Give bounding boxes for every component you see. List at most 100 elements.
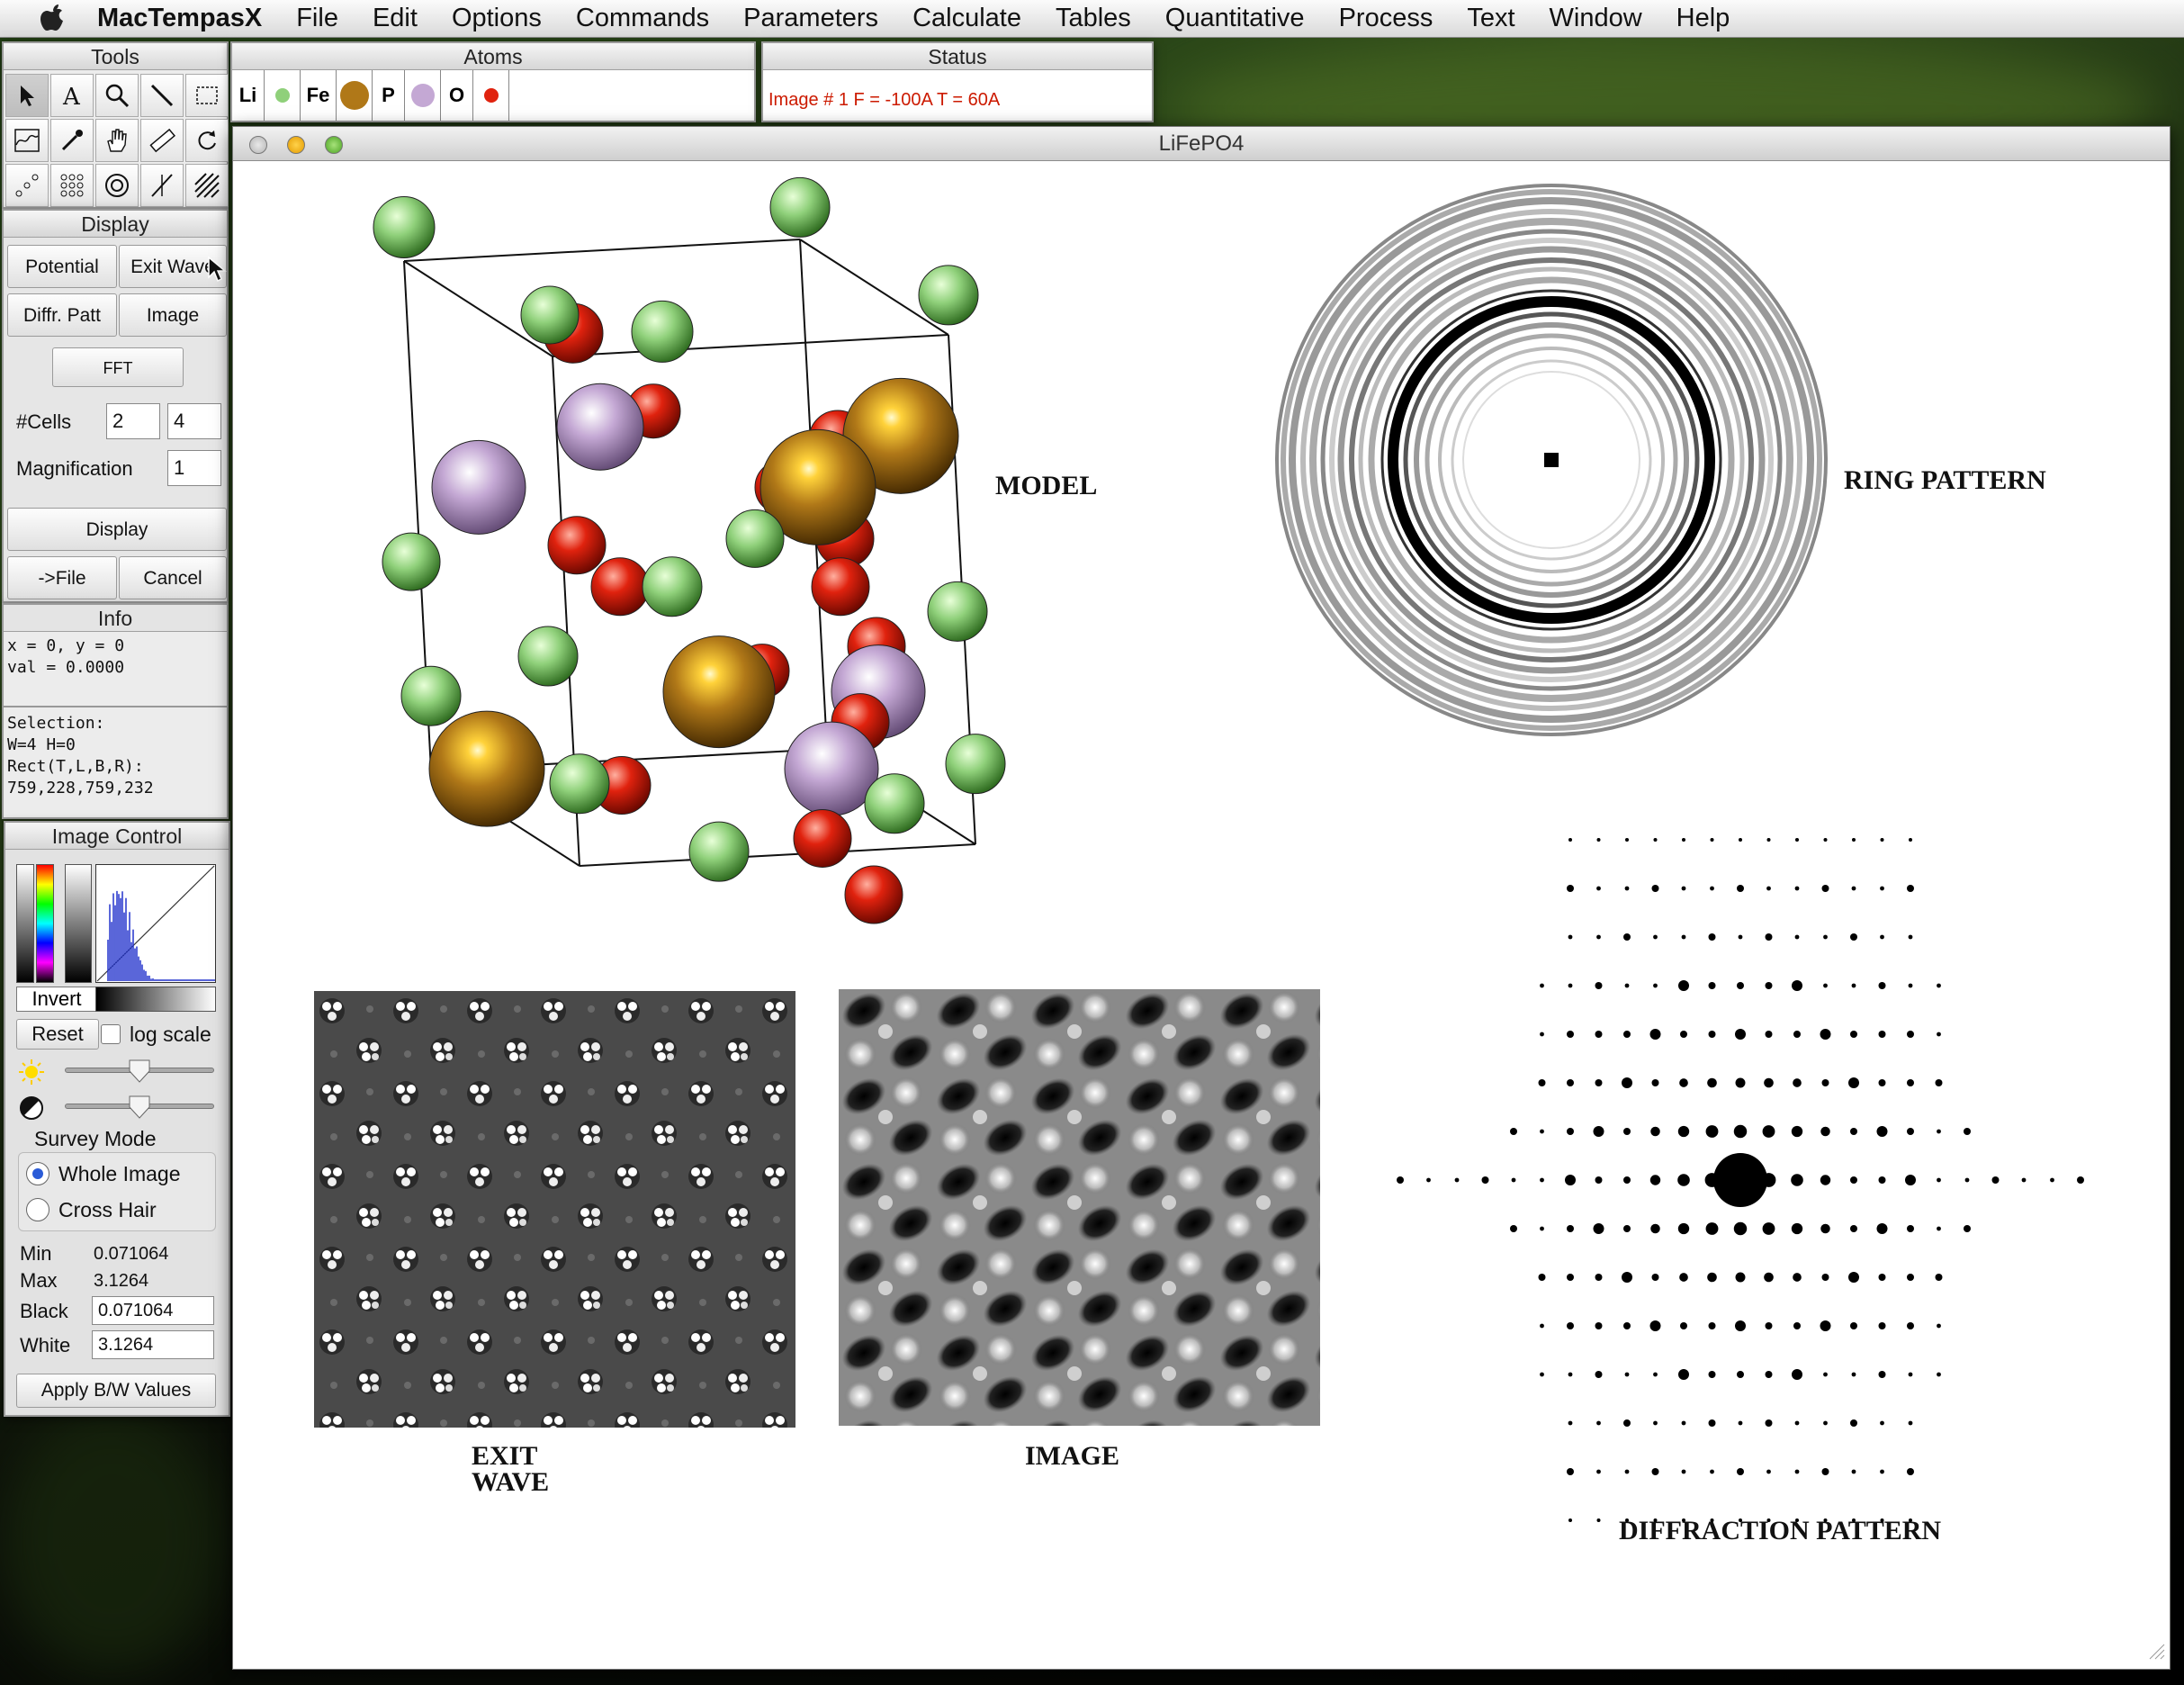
diffraction-spot [1678, 1369, 1689, 1380]
apple-menu-icon[interactable] [36, 3, 70, 35]
diffraction-spot [1792, 980, 1802, 991]
image-button[interactable]: Image [119, 293, 227, 337]
atom-o [793, 808, 852, 868]
white-field[interactable]: 3.1264 [92, 1330, 214, 1359]
diffraction-spot [1596, 886, 1601, 891]
menu-process[interactable]: Process [1339, 4, 1434, 33]
atom-o-label[interactable]: O [441, 70, 473, 121]
zoom-tool-icon[interactable] [95, 74, 139, 117]
diffraction-spot [1762, 1125, 1775, 1138]
black-field[interactable]: 0.071064 [92, 1296, 214, 1325]
ring-tool-icon[interactable] [95, 164, 139, 207]
diffraction-spot [1596, 1420, 1601, 1426]
diffraction-spot [1567, 1274, 1574, 1281]
menu-edit[interactable]: Edit [373, 4, 418, 33]
menu-tables[interactable]: Tables [1056, 4, 1131, 33]
cross-hair-radio[interactable] [26, 1198, 49, 1221]
diffraction-pattern[interactable] [1376, 775, 2105, 1639]
atom-o-swatch[interactable] [473, 70, 509, 121]
menu-window[interactable]: Window [1550, 4, 1642, 33]
diffraction-spot [1851, 1469, 1856, 1474]
eyedropper-tool-icon[interactable] [50, 119, 94, 162]
diffr-patt-button[interactable]: Diffr. Patt [7, 293, 117, 337]
cells-a-field[interactable]: 2 [106, 403, 160, 439]
profile-tool-icon[interactable] [5, 119, 49, 162]
menu-parameters[interactable]: Parameters [743, 4, 878, 33]
contrast-slider-thumb[interactable] [128, 1095, 151, 1124]
ruler-tool-icon[interactable] [140, 119, 184, 162]
atom-li-label[interactable]: Li [232, 70, 265, 121]
diffraction-spot [1595, 982, 1603, 989]
diffraction-spot [1937, 1226, 1941, 1231]
menu-file[interactable]: File [296, 4, 338, 33]
atom-fe-label[interactable]: Fe [301, 70, 337, 121]
magnification-field[interactable]: 1 [167, 450, 221, 486]
grayscale-bar[interactable] [16, 864, 34, 983]
diffraction-spot [1568, 934, 1573, 940]
status-palette: Status Image # 1 F = -100A T = 60A [761, 41, 1154, 122]
diffraction-spot [1821, 1274, 1829, 1281]
whole-image-radio[interactable] [26, 1162, 49, 1185]
menu-commands[interactable]: Commands [576, 4, 709, 33]
menu-text[interactable]: Text [1467, 4, 1514, 33]
fft-button[interactable]: FFT [52, 347, 184, 387]
invert-button[interactable]: Invert [16, 987, 97, 1012]
points-tool-icon[interactable] [5, 164, 49, 207]
line-tool-icon[interactable] [140, 74, 184, 117]
diffraction-spot [1908, 934, 1913, 940]
apply-bw-button[interactable]: Apply B/W Values [16, 1374, 216, 1408]
diffraction-spot [1739, 838, 1742, 842]
min-value: 0.071064 [94, 1244, 169, 1264]
menu-help[interactable]: Help [1676, 4, 1730, 33]
zoom-icon[interactable] [325, 136, 343, 154]
menu-quantitative[interactable]: Quantitative [1165, 4, 1305, 33]
diffraction-spot [1850, 1128, 1857, 1135]
simulated-image[interactable] [839, 989, 1320, 1426]
menu-calculate[interactable]: Calculate [912, 4, 1021, 33]
cancel-button[interactable]: Cancel [119, 556, 227, 599]
fringe-tool-icon[interactable] [185, 164, 229, 207]
diffraction-spot [1681, 1420, 1686, 1426]
diffraction-spot [1678, 980, 1689, 991]
brightness-slider-thumb[interactable] [128, 1059, 151, 1088]
diffraction-spot [1653, 1420, 1658, 1426]
whole-image-label[interactable]: Whole Image [58, 1162, 181, 1186]
reset-button[interactable]: Reset [16, 1019, 99, 1050]
text-tool-icon[interactable]: A [50, 74, 94, 117]
atom-li-swatch[interactable] [265, 70, 301, 121]
potential-button[interactable]: Potential [7, 245, 117, 288]
cross-hair-label[interactable]: Cross Hair [58, 1198, 157, 1222]
lattice-tool-icon[interactable] [50, 164, 94, 207]
menu-options[interactable]: Options [452, 4, 542, 33]
diffraction-spot [1623, 1031, 1631, 1038]
window-titlebar[interactable]: LiFePO4 [233, 127, 2170, 161]
diffraction-spot [1937, 1129, 1941, 1134]
marquee-tool-icon[interactable] [185, 74, 229, 117]
to-file-button[interactable]: ->File [7, 556, 117, 599]
menu-app-name[interactable]: MacTempasX [97, 4, 262, 33]
log-scale-checkbox[interactable] [101, 1024, 121, 1044]
atom-fe-swatch[interactable] [337, 70, 373, 121]
colour-bar[interactable] [36, 864, 54, 983]
resize-grip-icon[interactable] [2144, 1639, 2166, 1665]
arrow-tool-icon[interactable] [5, 74, 49, 117]
histogram[interactable] [95, 864, 216, 983]
atom-p [784, 721, 879, 816]
diffraction-spot [1595, 1079, 1603, 1086]
display-button[interactable]: Display [7, 508, 227, 551]
angle-tool-icon[interactable] [140, 164, 184, 207]
close-icon[interactable] [249, 136, 267, 154]
atom-p-swatch[interactable] [405, 70, 441, 121]
ring-pattern[interactable] [1263, 172, 1839, 748]
atom-p-label[interactable]: P [373, 70, 405, 121]
diffraction-spot [1681, 934, 1686, 940]
hand-tool-icon[interactable] [95, 119, 139, 162]
diffraction-spot [1794, 1420, 1800, 1426]
crystal-model[interactable] [368, 176, 1250, 942]
lut-bar[interactable] [65, 864, 92, 983]
cells-b-field[interactable]: 4 [167, 403, 221, 439]
min-label: Min [20, 1242, 52, 1265]
minimize-icon[interactable] [287, 136, 305, 154]
rotate-tool-icon[interactable] [185, 119, 229, 162]
exit-wave-image[interactable] [314, 991, 795, 1428]
